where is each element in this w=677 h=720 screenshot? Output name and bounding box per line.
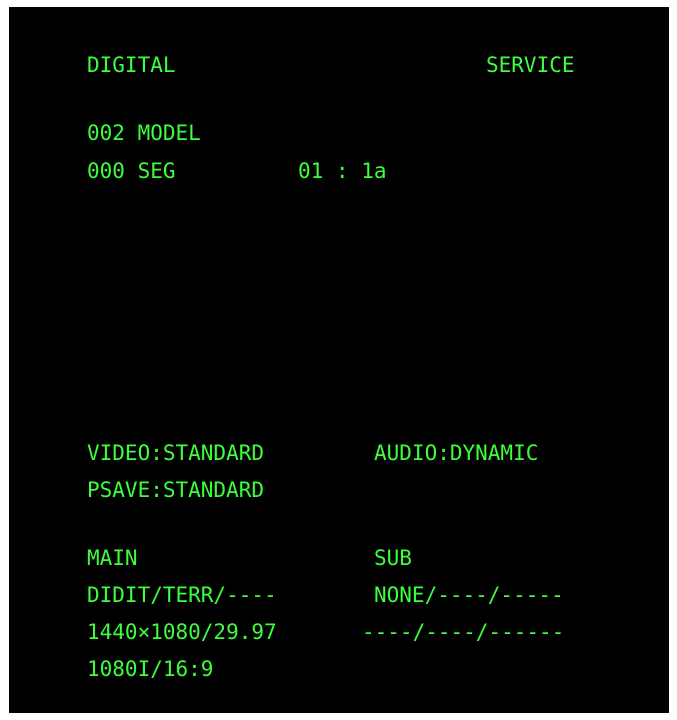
sub-signal-label: SUB — [374, 546, 412, 570]
main-signal-label: MAIN — [87, 546, 138, 570]
header-mode-label: DIGITAL — [87, 53, 176, 77]
main-signal-format: 1440×1080/29.97 — [87, 620, 277, 644]
seg-label: 000 SEG — [87, 159, 176, 183]
header-service-label: SERVICE — [486, 53, 575, 77]
main-signal-scan: 1080I/16:9 — [87, 657, 214, 681]
sub-signal-format: ----/----/------ — [362, 620, 565, 644]
sub-signal-source: NONE/----/----- — [374, 583, 564, 607]
model-line: 002 MODEL — [87, 121, 201, 145]
audio-setting: AUDIO:DYNAMIC — [374, 441, 539, 465]
video-setting: VIDEO:STANDARD — [87, 441, 265, 465]
main-signal-source: DIDIT/TERR/---- — [87, 583, 277, 607]
psave-setting: PSAVE:STANDARD — [87, 478, 265, 502]
seg-value: 01 : 1a — [298, 159, 387, 183]
service-menu-screen: DIGITAL SERVICE 002 MODEL 000 SEG 01 : 1… — [9, 7, 669, 713]
